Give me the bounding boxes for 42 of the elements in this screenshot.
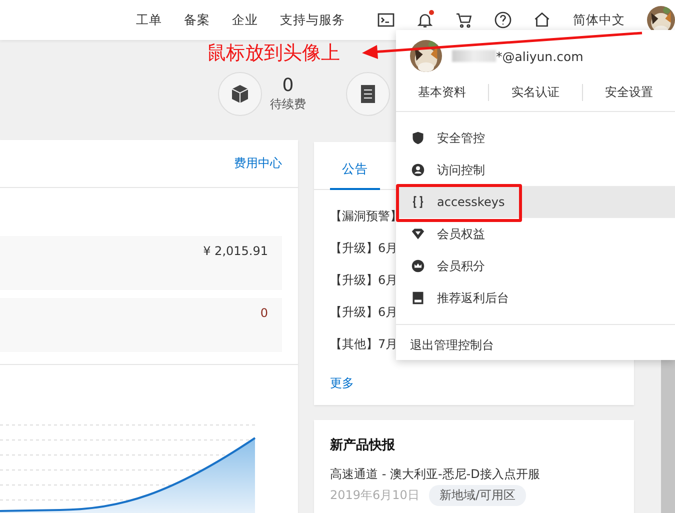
nav-link[interactable]: 备案 — [184, 12, 210, 28]
diamond-icon — [411, 227, 425, 241]
stat-value: 0 — [282, 75, 294, 96]
profile-link[interactable]: 基本资料 — [396, 84, 488, 101]
document-icon — [360, 84, 376, 104]
language-link[interactable]: 简体中文 — [572, 12, 625, 28]
profile-link[interactable]: 实名认证 — [488, 84, 582, 101]
card-icon — [411, 291, 425, 305]
menu-item[interactable]: 会员权益 — [396, 218, 675, 250]
user-icon — [411, 163, 425, 177]
shield-icon — [411, 131, 425, 145]
billing-center-link[interactable]: 费用中心 — [234, 155, 282, 172]
news-link[interactable]: 高速通道 - 澳大利亚-悉尼-D接入点开服 — [314, 466, 634, 483]
blurred-text — [452, 50, 496, 62]
cube-icon — [230, 84, 250, 104]
crown-icon — [411, 259, 425, 273]
bell-icon[interactable] — [416, 11, 434, 29]
menu-item[interactable]: 安全管控 — [396, 122, 675, 154]
section-title: 新产品快报 — [329, 436, 396, 455]
nav-link[interactable]: 工单 — [136, 12, 162, 28]
braces-icon — [411, 195, 425, 209]
help-icon[interactable] — [494, 11, 512, 29]
more-link[interactable]: 更多 — [330, 376, 354, 390]
news-date: 2019年6月10日 — [330, 487, 420, 504]
stat-label: 待续费 — [270, 96, 306, 113]
home-icon[interactable] — [532, 11, 551, 29]
annotation-text: 鼠标放到头像上 — [207, 41, 340, 66]
menu-item[interactable]: accesskeys — [396, 186, 675, 218]
amount: 0 — [260, 306, 268, 322]
terminal-icon[interactable] — [377, 11, 396, 29]
profile-link[interactable]: 安全设置 — [582, 84, 675, 101]
tab[interactable]: 公告 — [330, 161, 380, 190]
news-tag: 新地域/可用区 — [429, 485, 526, 506]
account-email: *@aliyun.com — [496, 48, 584, 64]
menu-item[interactable]: 会员积分 — [396, 250, 675, 282]
cart-icon[interactable] — [454, 11, 473, 29]
menu-item[interactable]: 推荐返利后台 — [396, 282, 675, 314]
nav-link[interactable]: 企业 — [232, 12, 258, 28]
menu-item[interactable]: 访问控制 — [396, 154, 675, 186]
logout-link[interactable]: 退出管理控制台 — [396, 325, 675, 366]
nav-link[interactable]: 支持与服务 — [280, 12, 345, 28]
amount: ¥ 2,015.91 — [203, 244, 268, 260]
